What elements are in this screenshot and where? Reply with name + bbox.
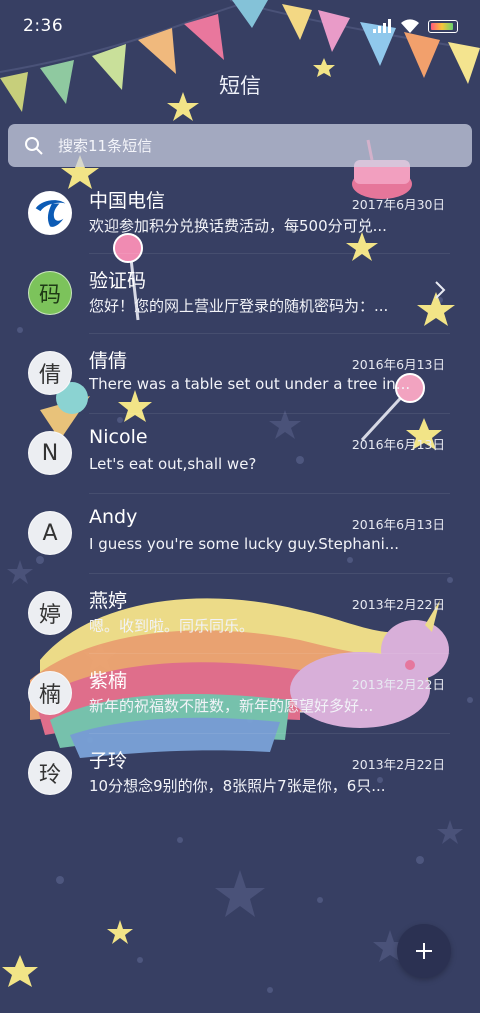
- china-telecom-logo: [29, 192, 71, 234]
- message-date: 2013年2月22日: [351, 597, 445, 612]
- conversation-item[interactable]: 婷 燕婷 2013年2月22日 嗯。收到啦。同乐同乐。: [0, 574, 480, 654]
- plus-icon: [416, 943, 432, 959]
- contact-name: 中国电信: [89, 190, 166, 212]
- message-preview: 嗯。收到啦。同乐同乐。: [89, 617, 255, 635]
- contact-name: Andy: [89, 506, 138, 528]
- conversation-item[interactable]: N Nicole 2016年6月13日 Let's eat out,shall …: [0, 414, 480, 494]
- sms-app-screen: 2:36 短信 搜索11条短信 中国电信 2017年6月30日 欢迎参加积分兑换…: [0, 0, 480, 1013]
- conversation-item[interactable]: 玲 子玲 2013年2月22日 10分想念9别的你，8张照片7张是你，6只...: [0, 734, 480, 814]
- wifi-icon: [401, 19, 419, 33]
- compose-button[interactable]: [397, 924, 451, 978]
- status-bar: 2:36: [0, 0, 480, 52]
- message-date: 2013年2月22日: [351, 677, 445, 692]
- contact-name: Nicole: [89, 426, 148, 448]
- avatar: 码: [28, 271, 72, 315]
- avatar: 玲: [28, 751, 72, 795]
- avatar: [28, 191, 72, 235]
- search-bar[interactable]: [8, 124, 472, 167]
- message-preview: 10分想念9别的你，8张照片7张是你，6只...: [89, 777, 386, 795]
- avatar: A: [28, 511, 72, 555]
- message-date: 2016年6月13日: [351, 437, 445, 452]
- status-icons: [372, 16, 458, 36]
- conversation-item[interactable]: A Andy 2016年6月13日 I guess you're some lu…: [0, 494, 480, 574]
- contact-name: 验证码: [89, 270, 147, 292]
- avatar: 倩: [28, 351, 72, 395]
- search-icon: [25, 137, 43, 155]
- avatar: 婷: [28, 591, 72, 635]
- search-input[interactable]: [58, 124, 458, 167]
- contact-name: 紫楠: [89, 670, 128, 692]
- message-preview: 您好！您的网上营业厅登录的随机密码为：...: [89, 297, 389, 315]
- chevron-right-icon: [435, 281, 446, 299]
- message-date: 2013年2月22日: [351, 757, 445, 772]
- avatar: N: [28, 431, 72, 475]
- conversation-item[interactable]: 码 验证码 您好！您的网上营业厅登录的随机密码为：...: [0, 254, 480, 334]
- page-title: 短信: [219, 74, 261, 98]
- battery-icon: [428, 19, 458, 33]
- message-preview: 新年的祝福数不胜数，新年的愿望好多好...: [89, 697, 374, 715]
- conversation-item[interactable]: 中国电信 2017年6月30日 欢迎参加积分兑换话费活动，每500分可兑...: [0, 174, 480, 254]
- signal-icon: [373, 19, 391, 33]
- message-date: 2016年6月13日: [351, 517, 445, 532]
- contact-name: 燕婷: [89, 590, 128, 612]
- avatar: 楠: [28, 671, 72, 715]
- message-preview: 欢迎参加积分兑换话费活动，每500分可兑...: [89, 217, 387, 235]
- message-preview: I guess you're some lucky guy.Stephani..…: [89, 535, 400, 553]
- contact-name: 子玲: [89, 750, 128, 772]
- contact-name: 倩倩: [89, 350, 128, 372]
- message-preview: There was a table set out under a tree i…: [89, 375, 409, 393]
- message-date: 2016年6月13日: [351, 357, 445, 372]
- conversation-item[interactable]: 楠 紫楠 2013年2月22日 新年的祝福数不胜数，新年的愿望好多好...: [0, 654, 480, 734]
- message-preview: Let's eat out,shall we?: [89, 455, 257, 473]
- message-date: 2017年6月30日: [351, 197, 445, 212]
- conversation-item[interactable]: 倩 倩倩 2016年6月13日 There was a table set ou…: [0, 334, 480, 414]
- status-time: 2:36: [23, 16, 64, 36]
